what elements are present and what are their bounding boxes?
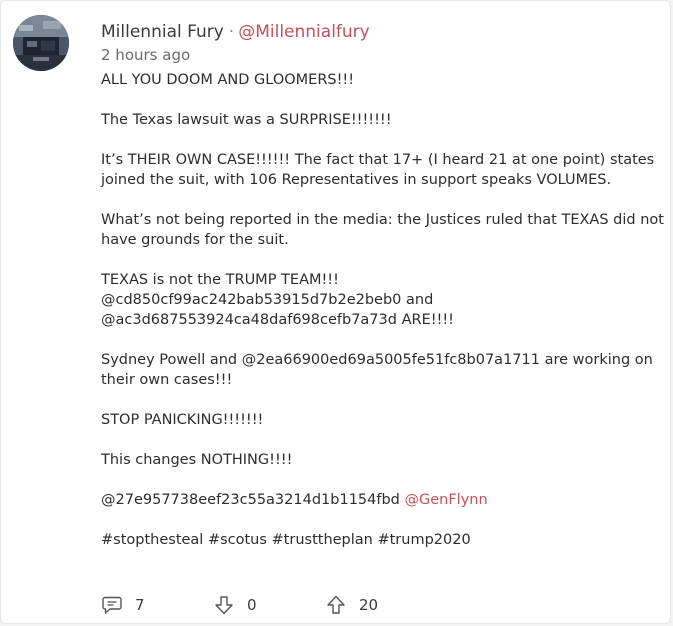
author-name[interactable]: Millennial Fury [101, 22, 224, 42]
avatar-image [13, 15, 69, 71]
mention-text: @27e957738eef23c55a3214d1b1154fbd [101, 492, 405, 508]
mention-link-genflynn[interactable]: @GenFlynn [405, 492, 488, 508]
arrow-down-icon [215, 596, 233, 615]
arrow-up-icon [327, 595, 345, 614]
separator: · [228, 22, 235, 42]
comment-count: 7 [135, 596, 145, 614]
post-paragraph: It’s THEIR OWN CASE!!!!!! The fact that … [101, 152, 655, 188]
post-paragraph: This changes NOTHING!!!! [101, 452, 293, 468]
comment-icon [102, 596, 122, 614]
post-header: Millennial Fury · @Millennialfury 2 hours … [101, 21, 370, 65]
post-paragraph: TEXAS is not the TRUMP TEAM!!! @cd850cf9… [101, 272, 454, 328]
upvote-button[interactable]: 20 [325, 594, 378, 616]
post-paragraph: ALL YOU DOOM AND GLOOMERS!!! [101, 72, 355, 88]
post-paragraph: The Texas lawsuit was a SURPRISE!!!!!!! [101, 112, 392, 128]
post-actions: 7 0 20 [101, 593, 378, 617]
post-paragraph: Sydney Powell and @2ea66900ed69a5005fe51… [101, 352, 653, 388]
mention-line: @27e957738eef23c55a3214d1b1154fbd @GenFl… [101, 490, 667, 510]
timestamp: 2 hours ago [101, 46, 191, 64]
post-paragraph: What’s not being reported in the media: … [101, 212, 664, 248]
downvote-button[interactable]: 0 [213, 594, 325, 616]
author-line: Millennial Fury · @Millennialfury [101, 21, 370, 43]
hashtags[interactable]: #stopthesteal #scotus #trusttheplan #tru… [101, 530, 667, 550]
avatar[interactable] [13, 15, 69, 71]
author-handle[interactable]: @Millennialfury [238, 22, 370, 42]
post-body: ALL YOU DOOM AND GLOOMERS!!! The Texas l… [101, 70, 667, 550]
upvote-count: 20 [359, 596, 379, 614]
downvote-count: 0 [247, 596, 257, 614]
post-card: Millennial Fury · @Millennialfury 2 hours … [0, 0, 671, 624]
post-paragraph: STOP PANICKING!!!!!!! [101, 412, 264, 428]
comment-button[interactable]: 7 [101, 594, 213, 616]
